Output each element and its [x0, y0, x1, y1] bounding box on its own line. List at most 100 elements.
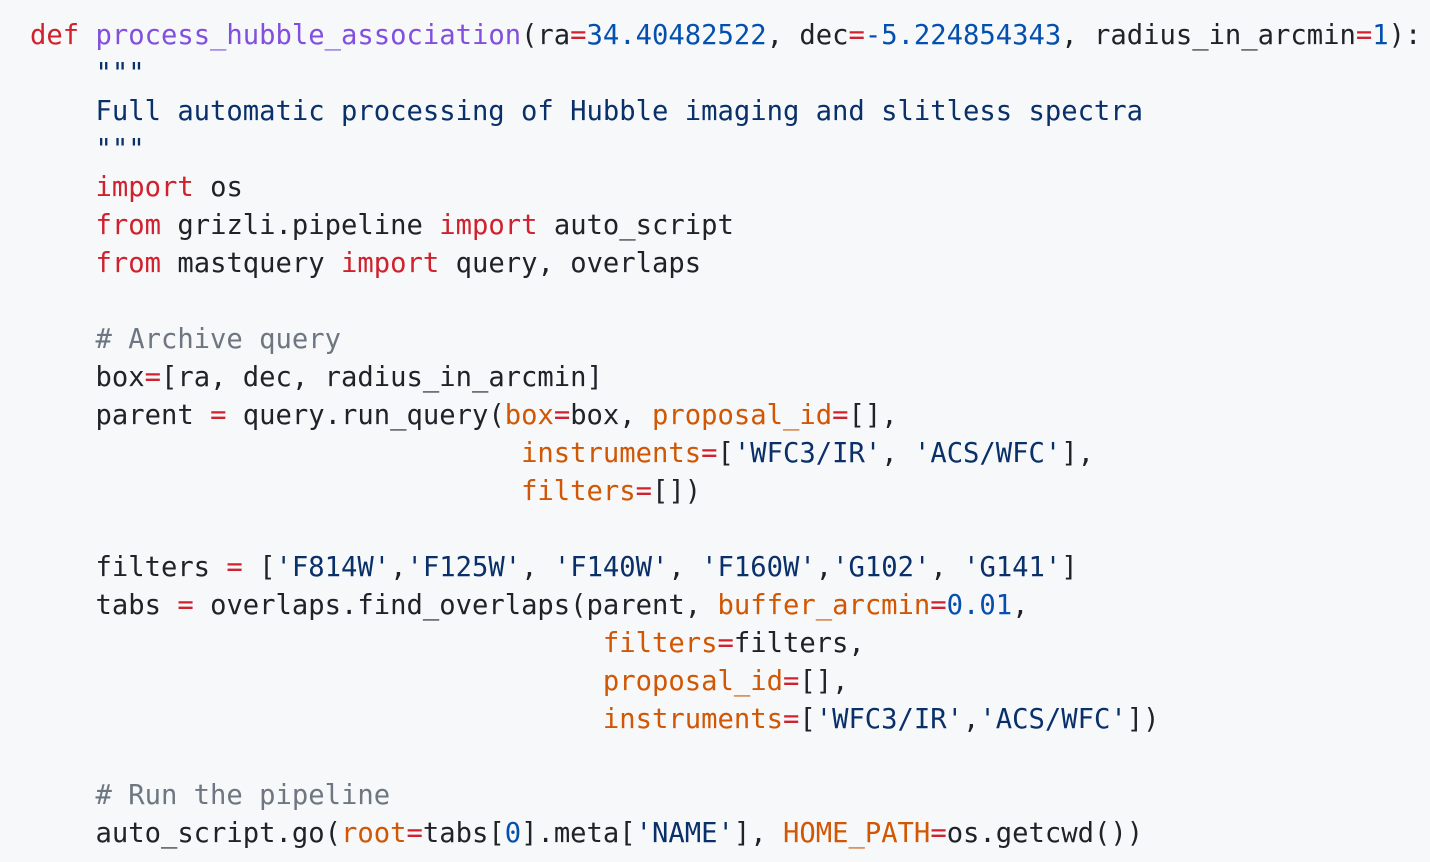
keyword-token: from	[95, 248, 161, 279]
code-text: query.run_query(	[226, 400, 505, 431]
code-text: box	[30, 362, 145, 393]
code-text: filters	[30, 552, 227, 583]
code-line: ​	[30, 739, 1430, 777]
code-text: ,	[390, 552, 407, 583]
code-text: [	[799, 704, 816, 735]
code-text: auto_script.go(	[30, 818, 341, 849]
code-line: tabs = overlaps.find_overlaps(parent, bu…	[30, 587, 1430, 625]
code-text: ].meta[	[521, 818, 636, 849]
code-text: ):	[1388, 20, 1422, 51]
number-token: 1	[1372, 20, 1389, 51]
docstring-token: Full automatic processing of Hubble imag…	[30, 96, 1144, 127]
operator-token: =	[570, 20, 587, 51]
code-text: grizli.pipeline	[160, 210, 440, 241]
code-line: ​	[30, 511, 1430, 549]
parameter-token: HOME_PATH	[782, 818, 931, 849]
code-text: ,	[881, 438, 914, 469]
parameter-token: root	[341, 818, 407, 849]
keyword-token: import	[95, 172, 194, 203]
code-line: box=[ra, dec, radius_in_arcmin]	[30, 359, 1430, 397]
code-text: os.getcwd())	[946, 818, 1144, 849]
operator-token: =	[717, 628, 734, 659]
string-token: 'F140W'	[553, 552, 669, 583]
code-line: """	[30, 131, 1430, 169]
code-text: ,	[1012, 590, 1029, 621]
parameter-token: instruments	[602, 704, 783, 735]
code-line: ​	[30, 283, 1430, 321]
code-text: ,	[521, 552, 554, 583]
docstring-token: """	[30, 58, 145, 89]
string-token: 'NAME'	[635, 818, 734, 849]
code-line: filters = ['F814W','F125W', 'F140W', 'F1…	[30, 549, 1430, 587]
operator-token: =	[406, 818, 423, 849]
operator-token: =	[553, 400, 571, 431]
parameter-token: proposal_id	[652, 400, 833, 431]
number-token: 0	[504, 818, 522, 849]
keyword-token: from	[95, 210, 161, 241]
code-text: [],	[799, 666, 849, 697]
code-text: ],	[733, 818, 783, 849]
operator-token: =	[832, 400, 849, 431]
code-text: [],	[848, 400, 898, 431]
code-text: ])	[1126, 704, 1160, 735]
code-line: Full automatic processing of Hubble imag…	[30, 93, 1430, 131]
code-line: # Archive query	[30, 321, 1430, 359]
number-token: 0.01	[946, 590, 1013, 621]
code-line: auto_script.go(root=tabs[0].meta['NAME']…	[30, 815, 1430, 853]
operator-token: =	[701, 438, 718, 469]
code-text: ,	[668, 552, 702, 583]
code-line: from mastquery import query, overlaps	[30, 245, 1430, 283]
docstring-token: """	[30, 134, 145, 165]
code-text: mastquery	[160, 248, 342, 279]
code-text: ,	[815, 552, 833, 583]
code-line: filters=filters,	[30, 625, 1430, 663]
code-line: proposal_id=[],	[30, 663, 1430, 701]
number-token: 34.40482522	[586, 20, 767, 51]
parameter-token: box	[504, 400, 554, 431]
code-text: ],	[1061, 438, 1095, 469]
keyword-token: def	[30, 20, 80, 51]
code-line: """	[30, 55, 1430, 93]
string-token: 'F125W'	[406, 552, 522, 583]
code-line: instruments=['WFC3/IR','ACS/WFC'])	[30, 701, 1430, 739]
parameter-token: buffer_arcmin	[717, 590, 931, 621]
code-line: from grizli.pipeline import auto_script	[30, 207, 1430, 245]
operator-token: =	[210, 400, 227, 431]
code-text: [	[242, 552, 276, 583]
code-line: filters=[])	[30, 473, 1430, 511]
operator-token: =	[782, 666, 800, 697]
string-token: 'ACS/WFC'	[979, 704, 1127, 735]
parameter-token: filters	[602, 628, 718, 659]
code-text: os	[193, 172, 243, 203]
operator-token: =	[930, 818, 947, 849]
string-token: 'G141'	[963, 552, 1062, 583]
keyword-token: import	[341, 248, 440, 279]
operator-token: =	[782, 704, 800, 735]
string-token: 'WFC3/IR'	[733, 438, 882, 469]
code-text: box,	[570, 400, 653, 431]
comment-token: # Archive query	[30, 324, 341, 355]
code-line: parent = query.run_query(box=box, propos…	[30, 397, 1430, 435]
comment-token: # Run the pipeline	[30, 780, 391, 811]
string-token: 'F814W'	[275, 552, 391, 583]
operator-token: =	[144, 362, 161, 393]
code-text: query, overlaps	[439, 248, 702, 279]
number-token: -5.224854343	[864, 20, 1062, 51]
code-text: [	[717, 438, 734, 469]
code-text: [])	[652, 476, 702, 507]
code-text: ]	[1061, 552, 1078, 583]
operator-token: =	[177, 590, 194, 621]
keyword-token: import	[439, 210, 538, 241]
operator-token: =	[1355, 20, 1373, 51]
string-token: 'WFC3/IR'	[815, 704, 964, 735]
operator-token: =	[848, 20, 865, 51]
code-text: ,	[963, 704, 980, 735]
code-text: auto_script	[537, 210, 734, 241]
